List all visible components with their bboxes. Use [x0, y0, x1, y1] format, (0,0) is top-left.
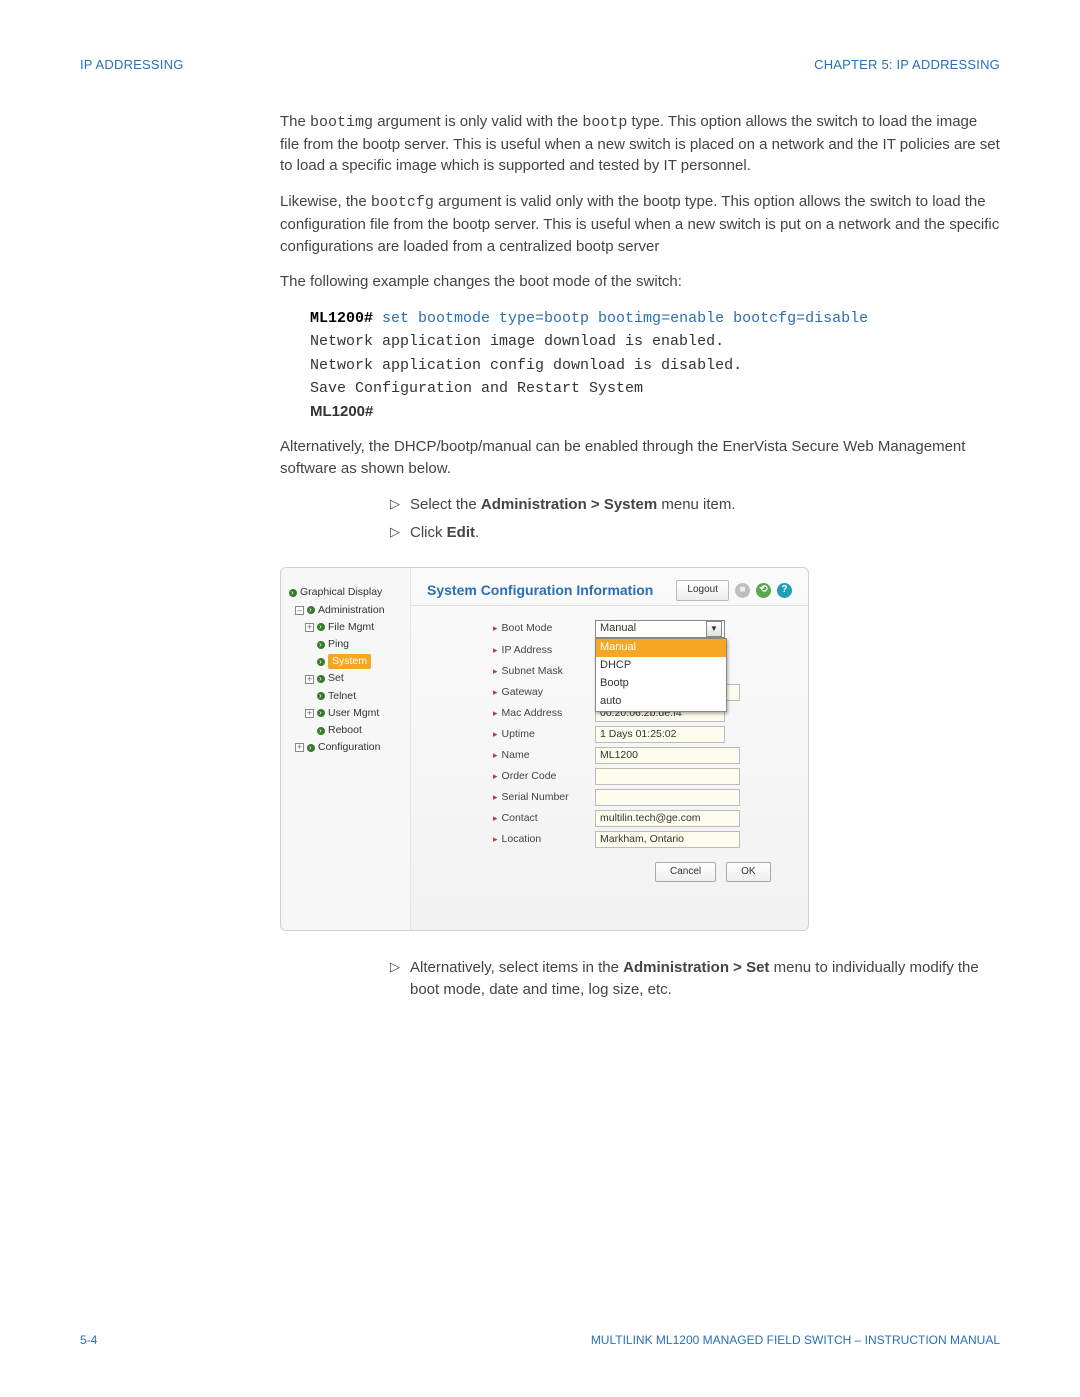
expand-icon[interactable]: +: [305, 709, 314, 718]
chevron-down-icon[interactable]: ▼: [706, 621, 722, 637]
bullet-icon: [317, 641, 325, 649]
label-uptime: Uptime: [493, 727, 585, 742]
step1-b: menu item.: [657, 496, 735, 513]
code-output-1: Network application image download is en…: [310, 333, 724, 350]
bullet-icon: [289, 589, 297, 597]
label-ip-address: IP Address: [493, 643, 585, 658]
tree-item-telnet[interactable]: Telnet: [289, 688, 406, 705]
label-contact: Contact: [493, 811, 585, 826]
boot-mode-value: Manual: [600, 621, 636, 637]
label-boot-mode: Boot Mode: [493, 621, 585, 636]
code-bootcfg: bootcfg: [371, 194, 434, 211]
paragraph-1: The bootimg argument is only valid with …: [280, 111, 1000, 177]
footer-title: MULTILINK ML1200 MANAGED FIELD SWITCH – …: [591, 1332, 1000, 1349]
panel-title: System Configuration Information: [427, 580, 653, 600]
cancel-button[interactable]: Cancel: [655, 862, 716, 883]
step3-a: Alternatively, select items in the: [410, 959, 623, 976]
bullet-icon: [307, 606, 315, 614]
option-auto[interactable]: auto: [596, 693, 726, 711]
serial-number-field[interactable]: [595, 789, 740, 806]
step-item-2: ▷ Click Edit.: [390, 522, 1000, 544]
boot-mode-options: Manual DHCP Bootp auto: [595, 638, 727, 712]
step1-a: Select the: [410, 496, 481, 513]
bullet-icon: [317, 623, 325, 631]
code-bootimg: bootimg: [310, 114, 373, 131]
step3-bold: Administration > Set: [623, 959, 769, 976]
code-final-prompt: ML1200#: [310, 403, 373, 420]
label-name: Name: [493, 748, 585, 763]
bullet-icon: [307, 744, 315, 752]
help-icon[interactable]: ?: [777, 583, 792, 598]
label-serial-number: Serial Number: [493, 790, 585, 805]
tree-item-administration[interactable]: –Administration: [289, 602, 406, 619]
tree-item-file-mgmt[interactable]: +File Mgmt: [289, 619, 406, 636]
tree-item-configuration[interactable]: +Configuration: [289, 739, 406, 756]
bullet-icon: [317, 692, 325, 700]
label-mac-address: Mac Address: [493, 706, 585, 721]
step2-a: Click: [410, 524, 447, 541]
code-example: ML1200# set bootmode type=bootp bootimg=…: [310, 307, 1000, 424]
step-item-1: ▷ Select the Administration > System men…: [390, 494, 1000, 516]
paragraph-3: The following example changes the boot m…: [280, 271, 1000, 293]
contact-field[interactable]: [595, 810, 740, 827]
tree-item-user-mgmt[interactable]: +User Mgmt: [289, 705, 406, 722]
code-output-2: Network application config download is d…: [310, 357, 742, 374]
header-left: IP ADDRESSING: [80, 56, 184, 75]
code-prompt: ML1200#: [310, 310, 373, 327]
config-screenshot: Graphical Display –Administration +File …: [280, 567, 809, 931]
triangle-icon: ▷: [390, 523, 400, 542]
triangle-icon: ▷: [390, 958, 400, 977]
boot-mode-dropdown[interactable]: Manual ▼ Manual DHCP Bootp auto: [595, 620, 725, 638]
page-number: 5-4: [80, 1332, 97, 1349]
label-subnet-mask: Subnet Mask: [493, 664, 585, 679]
label-location: Location: [493, 832, 585, 847]
ok-button[interactable]: OK: [726, 862, 770, 883]
order-code-field[interactable]: [595, 768, 740, 785]
code-output-3: Save Configuration and Restart System: [310, 380, 643, 397]
save-icon[interactable]: ■: [735, 583, 750, 598]
expand-icon[interactable]: +: [295, 743, 304, 752]
nav-tree: Graphical Display –Administration +File …: [281, 568, 411, 930]
option-manual[interactable]: Manual: [596, 639, 726, 657]
code-bootp: bootp: [582, 114, 627, 131]
tree-item-set[interactable]: +Set: [289, 670, 406, 687]
triangle-icon: ▷: [390, 495, 400, 514]
expand-icon[interactable]: +: [305, 623, 314, 632]
name-field[interactable]: [595, 747, 740, 764]
p1-text-a: The: [280, 113, 310, 130]
tree-item-reboot[interactable]: Reboot: [289, 722, 406, 739]
uptime-field: 1 Days 01:25:02: [595, 726, 725, 743]
paragraph-2: Likewise, the bootcfg argument is valid …: [280, 191, 1000, 257]
tree-item-system[interactable]: System: [289, 653, 406, 670]
expand-icon[interactable]: +: [305, 675, 314, 684]
option-dhcp[interactable]: DHCP: [596, 657, 726, 675]
paragraph-4: Alternatively, the DHCP/bootp/manual can…: [280, 436, 1000, 480]
p1-text-b: argument is only valid with the: [373, 113, 582, 130]
bullet-icon: [317, 675, 325, 683]
location-field[interactable]: [595, 831, 740, 848]
step2-bold: Edit: [447, 524, 475, 541]
header-right: CHAPTER 5: IP ADDRESSING: [814, 56, 1000, 75]
logout-button[interactable]: Logout: [676, 580, 729, 601]
bullet-icon: [317, 658, 325, 666]
step-item-3: ▷ Alternatively, select items in the Adm…: [390, 957, 1000, 1001]
tree-item-graphical-display[interactable]: Graphical Display: [289, 584, 406, 601]
tree-item-ping[interactable]: Ping: [289, 636, 406, 653]
step2-b: .: [475, 524, 479, 541]
step1-bold: Administration > System: [481, 496, 657, 513]
code-command: set bootmode type=bootp bootimg=enable b…: [373, 310, 868, 327]
collapse-icon[interactable]: –: [295, 606, 304, 615]
option-bootp[interactable]: Bootp: [596, 675, 726, 693]
refresh-icon[interactable]: ⟲: [756, 583, 771, 598]
bullet-icon: [317, 709, 325, 717]
bullet-icon: [317, 727, 325, 735]
label-gateway: Gateway: [493, 685, 585, 700]
label-order-code: Order Code: [493, 769, 585, 784]
p2-text-a: Likewise, the: [280, 193, 371, 210]
